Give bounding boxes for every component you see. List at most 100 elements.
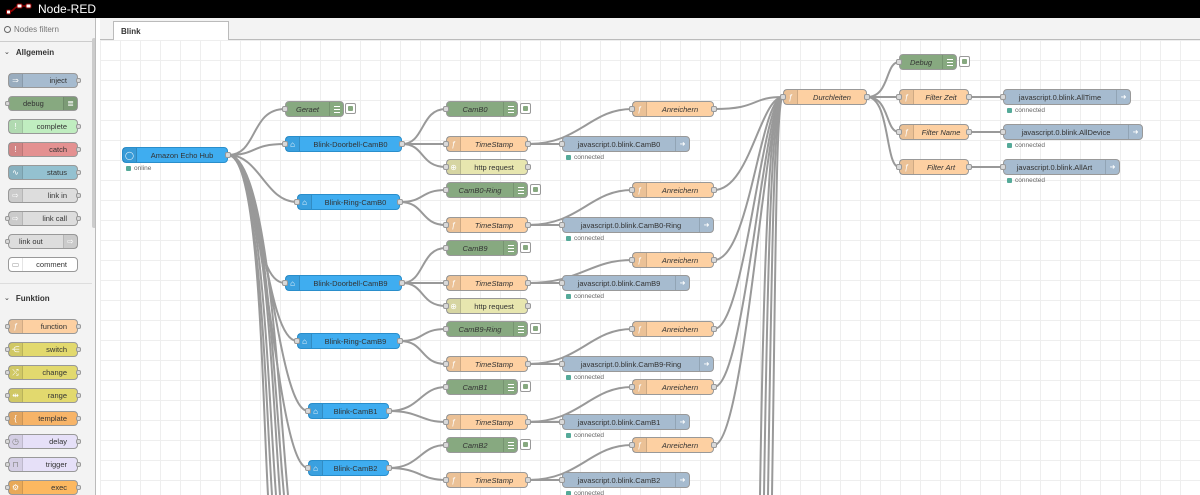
debug-toggle-button[interactable] (345, 103, 356, 114)
filter-zeit-function-node[interactable]: ƒ Filter Zeit (896, 89, 972, 105)
anreichern-function-node[interactable]: ƒ Anreichern (629, 379, 717, 395)
blink-ring-camb0-node[interactable]: ⌂ Blink-Ring-CamB0 (294, 194, 403, 210)
palette-node-delay[interactable]: ◷ delay (5, 434, 81, 449)
echo-ring-icon: ◯ (123, 148, 137, 162)
palette-node-exec[interactable]: ⚙ exec (5, 480, 81, 495)
iobroker-out-camb2-node[interactable]: javascript.0.blink.CamB2 ➜ (559, 472, 690, 488)
brace-icon: { (9, 412, 23, 425)
debug-toggle-button[interactable] (520, 439, 531, 450)
iobroker-out-alltime-node[interactable]: javascript.0.blink.AllTime ➜ (1000, 89, 1131, 105)
http-request-node[interactable]: ⊕ http request (443, 298, 531, 314)
output-port (525, 280, 531, 286)
connection-status: connected (566, 293, 604, 300)
list-icon (329, 102, 343, 116)
timestamp-function-node[interactable]: ƒ TimeStamp (443, 414, 531, 430)
output-port (711, 384, 717, 390)
palette-node-range[interactable]: ⇹ range (5, 388, 81, 403)
debug-toggle-button[interactable] (530, 184, 541, 195)
durchleiten-function-node[interactable]: ƒ Durchleiten (780, 89, 870, 105)
palette-node-change[interactable]: ⤮ change (5, 365, 81, 380)
debug-toggle-button[interactable] (520, 242, 531, 253)
blink-camb2-node[interactable]: ⌂ Blink-CamB2 (305, 460, 392, 476)
debug-node[interactable]: Debug (896, 54, 957, 70)
palette-node-comment[interactable]: ▭ comment (8, 257, 78, 272)
palette-node-trigger[interactable]: ⊓ trigger (5, 457, 81, 472)
camb0-debug-node[interactable]: CamB0 (443, 101, 518, 117)
timestamp-function-node[interactable]: ƒ TimeStamp (443, 356, 531, 372)
camb2-debug-node[interactable]: CamB2 (443, 437, 518, 453)
anreichern-function-node[interactable]: ƒ Anreichern (629, 321, 717, 337)
palette-node-inject[interactable]: ⇒ inject (8, 73, 81, 88)
camb9-debug-node[interactable]: CamB9 (443, 240, 518, 256)
palette-node-switch[interactable]: ⋲ switch (5, 342, 81, 357)
input-port (443, 326, 449, 332)
palette-node-link-in[interactable]: ⇨ link in (8, 188, 81, 203)
geraet-debug-node[interactable]: Geraet (282, 101, 344, 117)
anreichern-function-node[interactable]: ƒ Anreichern (629, 182, 717, 198)
blink-ring-camb9-node[interactable]: ⌂ Blink-Ring-CamB9 (294, 333, 403, 349)
blink-camb1-node[interactable]: ⌂ Blink-CamB1 (305, 403, 392, 419)
camb1-debug-node[interactable]: CamB1 (443, 379, 518, 395)
output-port (399, 141, 405, 147)
palette-node-link-call[interactable]: ⇨ link call (5, 211, 81, 226)
input-port (5, 485, 10, 490)
filter-name-function-node[interactable]: ƒ Filter Name (896, 124, 972, 140)
camb9-ring-debug-node[interactable]: CamB9-Ring (443, 321, 528, 337)
camb0-ring-debug-node[interactable]: CamB0-Ring (443, 182, 528, 198)
palette-scrollbar[interactable] (92, 38, 95, 228)
iobroker-out-alldevice-node[interactable]: javascript.0.blink.AllDevice ➜ (1000, 124, 1143, 140)
debug-toggle-button[interactable] (520, 381, 531, 392)
blink-doorbell-camb0-node[interactable]: ⌂ Blink-Doorbell-CamB0 (282, 136, 405, 152)
iobroker-out-camb9-ring-node[interactable]: javascript.0.blink.CamB9-Ring ➜ (559, 356, 714, 372)
filter-art-function-node[interactable]: ƒ Filter Art (896, 159, 972, 175)
debug-toggle-button[interactable] (530, 323, 541, 334)
input-port (559, 141, 565, 147)
function-icon: ƒ (447, 473, 461, 487)
anreichern-function-node[interactable]: ƒ Anreichern (629, 101, 717, 117)
iobroker-out-camb9-node[interactable]: javascript.0.blink.CamB9 ➜ (559, 275, 690, 291)
palette-node-function[interactable]: ƒ function (5, 319, 81, 334)
iobroker-out-allart-node[interactable]: javascript.0.blink.AllArt ➜ (1000, 159, 1120, 175)
anreichern-function-node[interactable]: ƒ Anreichern (629, 437, 717, 453)
output-port (76, 170, 81, 175)
iobroker-out-camb0-ring-node[interactable]: javascript.0.blink.CamB0-Ring ➜ (559, 217, 714, 233)
input-port (443, 222, 449, 228)
workspace-tabs: Blink (100, 18, 1200, 40)
timestamp-function-node[interactable]: ƒ TimeStamp (443, 217, 531, 233)
timestamp-function-node[interactable]: ƒ TimeStamp (443, 136, 531, 152)
output-port (386, 465, 392, 471)
input-port (294, 199, 300, 205)
home-icon: ⌂ (286, 276, 300, 290)
function-icon: ƒ (633, 380, 647, 394)
debug-toggle-button[interactable] (959, 56, 970, 67)
iobroker-out-camb0-node[interactable]: javascript.0.blink.CamB0 ➜ (559, 136, 690, 152)
tab-blink[interactable]: Blink (113, 21, 229, 40)
trigger-icon: ⊓ (9, 458, 23, 471)
output-port (76, 193, 81, 198)
input-port (629, 187, 635, 193)
palette-node-complete[interactable]: ! complete (8, 119, 81, 134)
output-port (76, 347, 81, 352)
iobroker-out-camb1-node[interactable]: javascript.0.blink.CamB1 ➜ (559, 414, 690, 430)
http-request-node[interactable]: ⊕ http request (443, 159, 531, 175)
palette-node-status[interactable]: ∿ status (8, 165, 81, 180)
palette-node-debug[interactable]: debug ≣ (5, 96, 78, 111)
palette-search-input[interactable] (14, 25, 94, 34)
palette-category-allgemein[interactable]: ⌄ Allgemein (0, 42, 92, 62)
flow-workspace[interactable]: ◯ Amazon Echo Hub online Geraet ⌂ Blink-… (100, 40, 1200, 495)
exclamation-icon: ! (9, 120, 23, 133)
debug-toggle-button[interactable] (520, 103, 531, 114)
timestamp-function-node[interactable]: ƒ TimeStamp (443, 275, 531, 291)
function-icon: ƒ (633, 102, 647, 116)
arrow-out-icon: ➜ (1128, 125, 1142, 139)
anreichern-function-node[interactable]: ƒ Anreichern (629, 252, 717, 268)
palette-node-catch[interactable]: ! catch (8, 142, 81, 157)
palette-category-funktion[interactable]: ⌄ Funktion (0, 288, 92, 308)
blink-doorbell-camb9-node[interactable]: ⌂ Blink-Doorbell-CamB9 (282, 275, 405, 291)
palette-node-link-out[interactable]: link out ⇨ (5, 234, 78, 249)
amazon-echo-hub-node[interactable]: ◯ Amazon Echo Hub (122, 147, 231, 163)
palette-node-template[interactable]: { template (5, 411, 81, 426)
list-icon (513, 183, 527, 197)
output-port (397, 338, 403, 344)
timestamp-function-node[interactable]: ƒ TimeStamp (443, 472, 531, 488)
